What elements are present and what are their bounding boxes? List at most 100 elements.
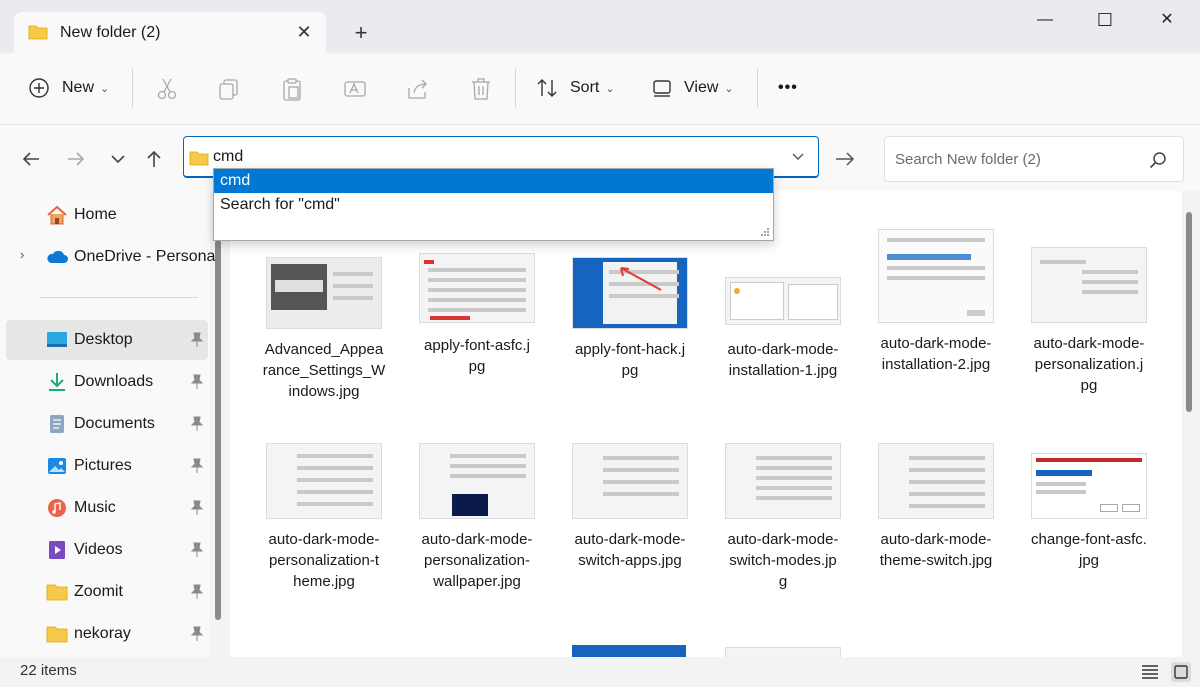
recent-locations-icon[interactable]: [106, 147, 130, 171]
file-name: auto-dark-mode-personalization-t heme.jpg: [268, 531, 380, 590]
view-button[interactable]: View ⌄: [652, 70, 734, 106]
sort-label: Sort: [570, 79, 600, 96]
details-view-icon[interactable]: [1139, 661, 1161, 683]
file-name: auto-dark-mode-switch-modes.jp g: [727, 531, 839, 590]
pin-icon: [190, 500, 204, 515]
sidebar-item-documents[interactable]: Documents: [6, 404, 208, 444]
file-name: auto-dark-mode-personalization-wallpaper…: [421, 531, 533, 590]
folder-icon: [28, 25, 48, 40]
sidebar-item-home[interactable]: Home: [6, 195, 208, 235]
up-arrow-icon[interactable]: [142, 147, 166, 171]
cloud-icon: [47, 250, 68, 263]
rename-icon[interactable]: [342, 76, 368, 102]
item-count: 22 items: [20, 662, 77, 679]
maximize-button[interactable]: ☐: [1082, 6, 1128, 34]
sidebar-item-label: Home: [74, 206, 117, 223]
music-icon: [48, 499, 66, 517]
file-name: apply-font-asfc.j pg: [424, 337, 530, 375]
address-input[interactable]: cmd: [213, 148, 243, 166]
sidebar-item-pictures[interactable]: Pictures: [6, 446, 208, 486]
sidebar-item-onedrive[interactable]: › OneDrive - Personal: [6, 237, 219, 277]
suggestion-item[interactable]: Search for "cmd": [214, 193, 773, 217]
home-icon: [47, 205, 67, 225]
file-item[interactable]: auto-dark-mode-theme-switch.jpg: [866, 443, 1006, 603]
search-input[interactable]: Search New folder (2): [895, 151, 1041, 168]
file-item[interactable]: apply-font-hack.j pg: [560, 257, 700, 397]
new-button[interactable]: New ⌄: [28, 70, 109, 106]
share-icon[interactable]: [405, 76, 431, 102]
sidebar-item-label: Videos: [74, 541, 123, 558]
file-item[interactable]: auto-dark-mode-switch-apps.jpg: [560, 443, 700, 603]
address-suggestions: cmd Search for "cmd": [213, 168, 774, 241]
tab-new-folder[interactable]: New folder (2) ✕: [14, 12, 326, 54]
file-item[interactable]: auto-dark-mode-personalization.j pg: [1019, 247, 1159, 407]
thumbnail-view-icon[interactable]: [1170, 661, 1192, 683]
sidebar-item-label: Music: [74, 499, 116, 516]
back-arrow-icon[interactable]: [19, 147, 43, 171]
sidebar-item-music[interactable]: Music: [6, 488, 208, 528]
content-scrollbar[interactable]: [1186, 212, 1192, 412]
paste-icon[interactable]: [279, 76, 305, 102]
sort-icon: [537, 79, 557, 97]
file-name: auto-dark-mode-installation-1.jpg: [727, 341, 839, 379]
pin-icon: [190, 332, 204, 347]
file-item[interactable]: auto-dark-mode-switch-modes.jp g: [713, 443, 853, 603]
status-bar: 22 items: [0, 657, 1200, 687]
chevron-down-icon[interactable]: [790, 148, 806, 164]
file-thumbnail: [725, 277, 841, 325]
sidebar-item-nekoray[interactable]: nekoray: [6, 614, 208, 654]
file-item[interactable]: Advanced_Appea rance_Settings_W indows.jpg: [254, 257, 394, 400]
pin-icon: [190, 626, 204, 641]
file-thumbnail[interactable]: [572, 645, 686, 657]
forward-arrow-icon[interactable]: [64, 147, 88, 171]
file-item[interactable]: apply-font-asfc.j pg: [407, 253, 547, 393]
file-thumbnail: [1031, 247, 1147, 323]
folder-icon: [46, 584, 68, 601]
cut-icon[interactable]: [154, 76, 180, 102]
copy-icon[interactable]: [216, 76, 242, 102]
command-bar: New ⌄ Sort ⌄ View ⌄ •••: [0, 54, 1200, 125]
file-thumbnail[interactable]: [725, 647, 841, 657]
sidebar-item-label: Documents: [74, 415, 155, 432]
file-name: Advanced_Appea rance_Settings_W indows.jpg: [262, 341, 386, 400]
file-item[interactable]: auto-dark-mode-personalization-wallpaper…: [407, 443, 547, 603]
go-arrow-icon[interactable]: [832, 146, 858, 172]
file-thumbnail: [419, 443, 535, 519]
file-item[interactable]: change-font-asfc. jpg: [1019, 453, 1159, 603]
file-item[interactable]: auto-dark-mode-installation-2.jpg: [866, 229, 1006, 399]
sidebar-item-zoomit[interactable]: Zoomit: [6, 572, 208, 612]
suggestion-item[interactable]: cmd: [214, 169, 773, 193]
sidebar-item-videos[interactable]: Videos: [6, 530, 208, 570]
file-name: auto-dark-mode-switch-apps.jpg: [574, 531, 686, 569]
folder-icon: [189, 151, 209, 166]
file-thumbnail: [266, 257, 382, 329]
close-window-button[interactable]: ✕: [1144, 6, 1190, 34]
file-thumbnail: [878, 229, 994, 323]
file-item[interactable]: auto-dark-mode-personalization-t heme.jpg: [254, 443, 394, 603]
file-thumbnail: [572, 443, 688, 519]
expand-chevron-icon[interactable]: ›: [20, 247, 24, 262]
sort-button[interactable]: Sort ⌄: [536, 70, 615, 106]
close-tab-button[interactable]: ✕: [292, 20, 316, 44]
file-name: change-font-asfc. jpg: [1031, 531, 1147, 569]
navigation-pane: Home › OneDrive - Personal Desktop Downl…: [0, 191, 219, 657]
new-tab-button[interactable]: +: [348, 20, 374, 46]
minimize-button[interactable]: —: [1022, 6, 1068, 34]
document-icon: [50, 415, 64, 433]
sidebar-scrollbar[interactable]: [215, 240, 221, 620]
sidebar-item-label: Downloads: [74, 373, 154, 390]
file-item[interactable]: auto-dark-mode-installation-1.jpg: [713, 273, 853, 413]
file-thumbnail: [878, 443, 994, 519]
resize-grip-icon[interactable]: [760, 227, 770, 237]
sidebar-item-label: Zoomit: [74, 583, 123, 600]
delete-icon[interactable]: [468, 76, 494, 102]
sidebar-item-downloads[interactable]: Downloads: [6, 362, 208, 402]
search-box[interactable]: Search New folder (2): [884, 136, 1184, 182]
download-icon: [49, 373, 65, 391]
arrow-icon: [620, 267, 662, 291]
file-thumbnail: [266, 443, 382, 519]
file-list: Advanced_Appea rance_Settings_W indows.jpg…: [230, 191, 1182, 657]
sidebar-item-label: nekoray: [74, 625, 131, 642]
more-options-button[interactable]: •••: [778, 70, 798, 106]
sidebar-item-desktop[interactable]: Desktop: [6, 320, 208, 360]
